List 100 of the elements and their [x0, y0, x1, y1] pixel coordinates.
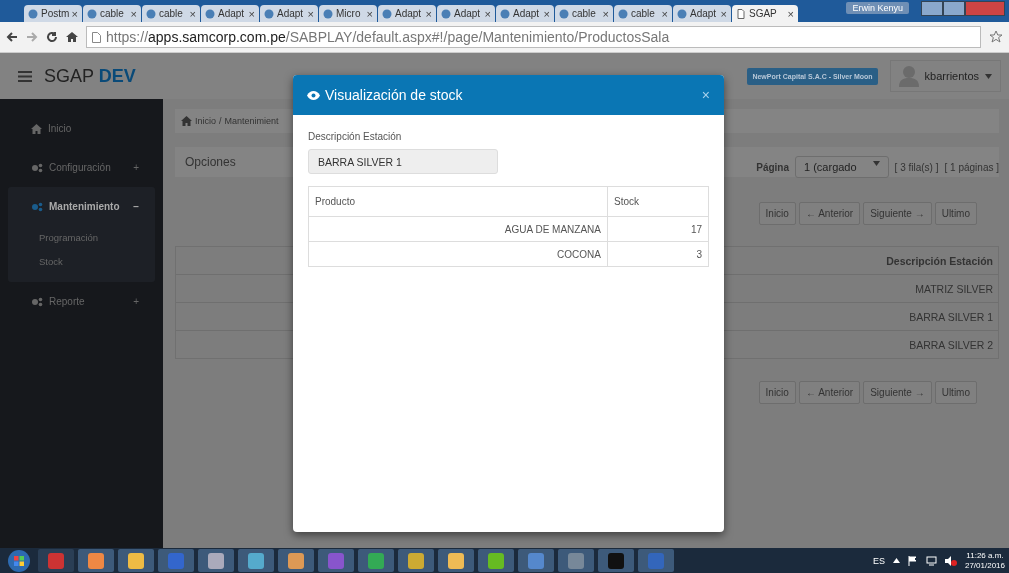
page-icon	[736, 8, 746, 19]
taskbar-app-button[interactable]	[558, 549, 594, 572]
dialog-title: Visualización de stock	[325, 87, 464, 103]
tab-close-button[interactable]: ×	[602, 7, 609, 20]
favicon-icon	[323, 8, 333, 19]
tab-close-button[interactable]: ×	[248, 7, 255, 20]
tab-close-button[interactable]: ×	[484, 7, 491, 20]
taskbar-app-button[interactable]	[278, 549, 314, 572]
tab-title: Postm	[41, 8, 69, 19]
browser-tab[interactable]: cable ×	[83, 5, 141, 22]
gears-icon	[31, 201, 43, 212]
browser-tab[interactable]: SGAP ×	[732, 5, 798, 22]
user-menu[interactable]: kbarrientos	[889, 60, 1001, 92]
favicon-icon	[146, 8, 156, 19]
taskbar-app-button[interactable]	[118, 549, 154, 572]
station-field: BARRA SILVER 1	[308, 149, 498, 174]
favicon-icon	[87, 8, 97, 19]
favicon-icon	[677, 8, 687, 19]
tab-title: Adapt	[690, 8, 718, 19]
forward-icon[interactable]	[26, 31, 38, 43]
tab-close-button[interactable]: ×	[661, 7, 668, 20]
taskbar-app-button[interactable]	[518, 549, 554, 572]
favicon-icon	[382, 8, 392, 19]
tab-close-button[interactable]: ×	[720, 7, 727, 20]
tab-title: Adapt	[277, 8, 305, 19]
address-field[interactable]: https://apps.samcorp.com.pe/SABPLAY/default.aspx#!/page/Mantenimiento/ProductosSala	[86, 26, 981, 48]
home-icon	[181, 116, 192, 126]
page-icon	[92, 31, 101, 43]
favicon-icon	[28, 8, 38, 19]
app-logo-text: SGAP DEV	[44, 65, 137, 87]
tab-close-button[interactable]: ×	[787, 7, 794, 20]
menu-icon[interactable]	[18, 70, 32, 82]
taskbar-app-button[interactable]	[198, 549, 234, 572]
browser-tab[interactable]: cable ×	[555, 5, 613, 22]
back-icon[interactable]	[6, 31, 18, 43]
table-cell: BARRA SILVER 1	[909, 310, 993, 323]
caret-icon	[985, 73, 992, 79]
column-header: Producto	[314, 195, 357, 209]
rows-info: [ 3 fila(s) ]	[894, 161, 939, 173]
gears-icon	[31, 296, 43, 307]
tab-close-button[interactable]: ×	[425, 7, 432, 20]
browser-tab[interactable]: Adapt ×	[437, 5, 495, 22]
star-icon[interactable]	[989, 30, 1003, 44]
tab-close-button[interactable]: ×	[307, 7, 314, 20]
minimize-button[interactable]	[921, 1, 943, 16]
sidebar-item[interactable]: Mantenimiento −	[8, 187, 155, 226]
pages-info: [ 1 páginas ]	[944, 161, 999, 173]
favicon-icon	[441, 8, 451, 19]
browser-tab[interactable]: Adapt ×	[201, 5, 259, 22]
maximize-button[interactable]	[943, 1, 965, 16]
flag-icon[interactable]	[907, 555, 918, 566]
favicon-icon	[205, 8, 215, 19]
table-cell-text: AGUA DE MANZANA	[503, 222, 602, 237]
tab-title: SGAP	[749, 8, 778, 19]
browser-tab[interactable]: Adapt ×	[673, 5, 731, 22]
gears-icon	[31, 162, 43, 173]
tab-title: Adapt	[454, 8, 482, 19]
browser-tab[interactable]: Micro ×	[319, 5, 377, 22]
browser-tab[interactable]: Postm ×	[24, 5, 82, 22]
taskbar-app-button[interactable]	[438, 549, 474, 572]
tab-title: Adapt	[218, 8, 246, 19]
language-indicator[interactable]: ES	[872, 555, 885, 566]
tab-close-button[interactable]: ×	[71, 7, 78, 20]
taskbar-app-button[interactable]	[598, 549, 634, 572]
tab-close-button[interactable]: ×	[189, 7, 196, 20]
taskbar-app-button[interactable]	[78, 549, 114, 572]
browser-tab[interactable]: cable ×	[614, 5, 672, 22]
breadcrumb-link[interactable]: Mantenimient	[224, 116, 279, 126]
page-select[interactable]: 1 (cargado	[795, 156, 889, 178]
favicon-icon	[264, 8, 274, 19]
caret-icon	[872, 161, 880, 166]
table-cell: BARRA SILVER 2	[909, 338, 993, 351]
table-cell-text: COCONA	[556, 247, 602, 262]
column-header: Descripción Estación	[886, 254, 993, 267]
close-button[interactable]	[965, 1, 1005, 16]
tab-close-button[interactable]: ×	[543, 7, 550, 20]
taskbar-app-button[interactable]	[358, 549, 394, 572]
tab-close-button[interactable]: ×	[366, 7, 373, 20]
taskbar-app-button[interactable]	[478, 549, 514, 572]
taskbar-app-button[interactable]	[238, 549, 274, 572]
window-user-label: Erwin Kenyu	[846, 2, 909, 14]
tab-title: cable	[631, 8, 656, 19]
browser-tab[interactable]: Adapt ×	[260, 5, 318, 22]
up-arrow-icon[interactable]	[892, 558, 900, 563]
taskbar-app-button[interactable]	[398, 549, 434, 572]
browser-tab[interactable]: cable ×	[142, 5, 200, 22]
home-icon[interactable]	[66, 31, 78, 43]
reload-icon[interactable]	[46, 31, 58, 43]
tab-title: cable	[100, 8, 125, 19]
breadcrumb-separator: /	[219, 116, 222, 126]
clock[interactable]: 11:26 a.m. 27/01/2016	[964, 550, 1005, 571]
favicon-icon	[500, 8, 510, 19]
tab-title: cable	[159, 8, 184, 19]
page-label: Página	[756, 161, 789, 173]
tab-close-button[interactable]: ×	[130, 7, 137, 20]
browser-tab[interactable]: Adapt ×	[496, 5, 554, 22]
breadcrumb-link[interactable]: Inicio	[195, 116, 216, 126]
browser-tab[interactable]: Adapt ×	[378, 5, 436, 22]
speaker-muted-icon[interactable]	[944, 555, 957, 566]
home-icon	[31, 123, 42, 134]
